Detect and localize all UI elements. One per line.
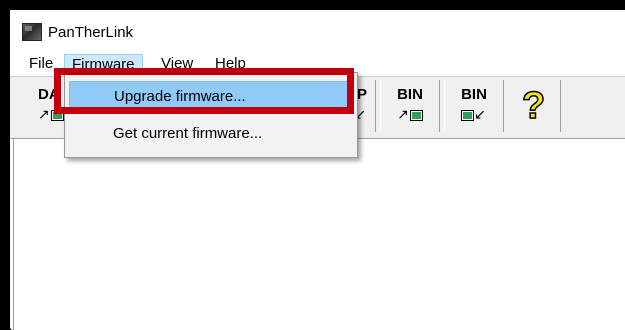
toolbar-button-label: BIN — [461, 86, 487, 103]
help-button[interactable]: ? — [510, 80, 561, 132]
app-logo-icon — [22, 23, 42, 41]
title-bar: PanTherLink — [10, 10, 625, 53]
toolbar-button-receive-bin[interactable]: BIN ↙ — [444, 80, 504, 132]
receive-bin-icon: ↙ — [445, 106, 503, 123]
send-bin-icon: ↗ — [381, 106, 439, 123]
main-content-area — [13, 138, 625, 330]
window-title: PanTherLink — [48, 24, 134, 41]
question-mark-icon: ? — [521, 84, 546, 128]
toolbar-button-label: BIN — [397, 86, 423, 103]
toolbar-button-send-bin[interactable]: BIN ↗ — [380, 80, 440, 132]
app-window: PanTherLink File Firmware View Help DA ↗… — [10, 10, 625, 330]
annotation-highlight-box — [54, 68, 354, 114]
menu-item-get-current-firmware[interactable]: Get current firmware... — [69, 119, 353, 149]
